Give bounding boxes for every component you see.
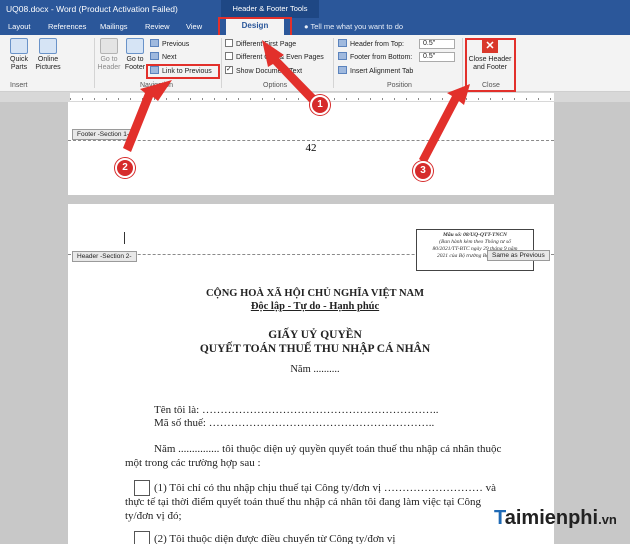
step-marker-3: 3 bbox=[413, 161, 433, 181]
logo-letter: T bbox=[494, 507, 505, 529]
annotation-arrows bbox=[123, 40, 470, 164]
taimienphi-logo: Taimienphi.vn bbox=[494, 507, 617, 530]
logo-domain: .vn bbox=[598, 512, 617, 527]
step-marker-2: 2 bbox=[115, 158, 135, 178]
arrow-2 bbox=[123, 80, 172, 152]
arrow-1 bbox=[262, 40, 318, 104]
logo-brand: aimienphi bbox=[504, 507, 599, 529]
step-marker-1: 1 bbox=[310, 95, 330, 115]
arrow-3 bbox=[419, 84, 470, 164]
